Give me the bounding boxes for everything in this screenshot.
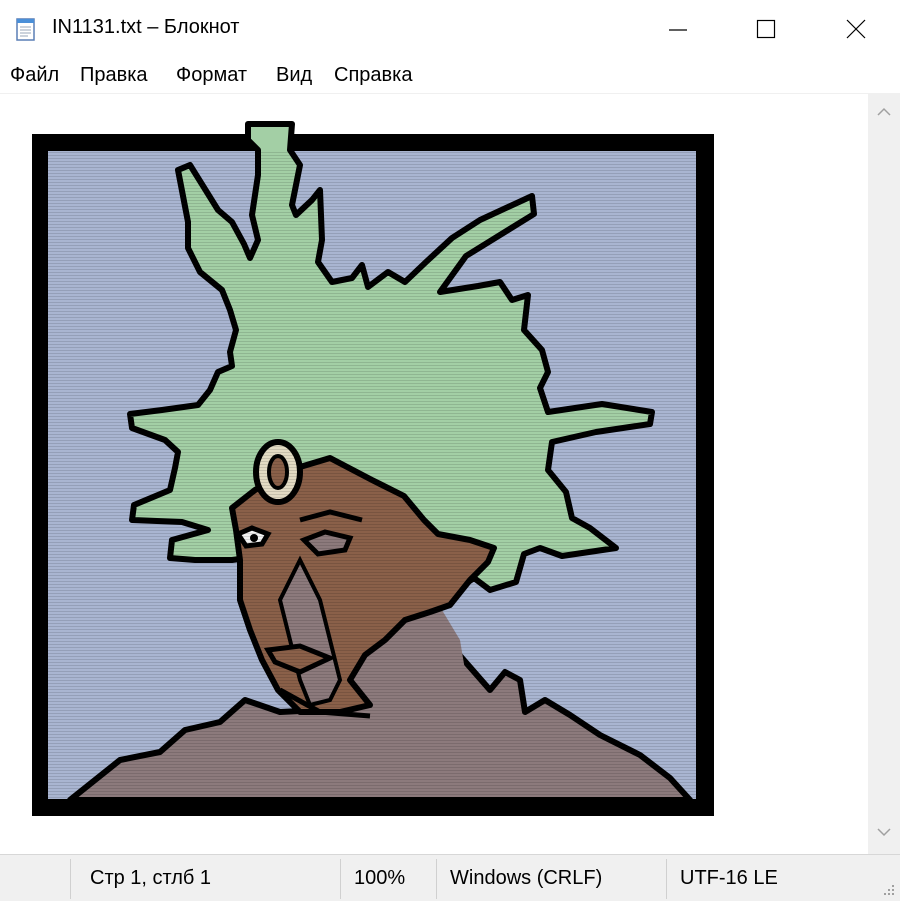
status-divider	[340, 859, 341, 899]
menu-format[interactable]: Формат	[174, 64, 249, 87]
window-title: IN1131.txt – Блокнот	[52, 16, 240, 38]
line-endings: Windows (CRLF)	[450, 867, 603, 889]
vertical-scrollbar[interactable]	[868, 94, 900, 854]
status-divider	[70, 859, 71, 899]
status-divider	[666, 859, 667, 899]
notepad-icon	[15, 17, 37, 41]
menu-view[interactable]: Вид	[274, 64, 314, 87]
menu-file[interactable]: Файл	[8, 64, 61, 87]
menu-help[interactable]: Справка	[332, 64, 414, 87]
chevron-down-icon[interactable]	[876, 826, 892, 838]
chevron-up-icon[interactable]	[876, 106, 892, 118]
encoding: UTF-16 LE	[680, 867, 778, 889]
resize-grip-icon[interactable]	[882, 883, 896, 897]
minimize-icon	[669, 29, 687, 31]
menu-edit[interactable]: Правка	[78, 64, 150, 87]
zoom-level: 100%	[354, 867, 406, 889]
cursor-position: Стр 1, стлб 1	[90, 867, 212, 889]
title-bar: IN1131.txt – Блокнот	[0, 0, 900, 58]
ascii-art-portrait	[32, 121, 714, 816]
maximize-button[interactable]	[720, 0, 812, 58]
close-icon	[846, 19, 866, 39]
text-texture	[48, 151, 696, 799]
menu-bar: Файл Правка Формат Вид Справка	[0, 60, 900, 94]
maximize-icon	[756, 19, 776, 39]
status-bar: Стр 1, стлб 1 100% Windows (CRLF) UTF-16…	[0, 854, 900, 901]
status-divider	[436, 859, 437, 899]
text-editor-area[interactable]	[0, 94, 868, 854]
minimize-button[interactable]	[632, 0, 724, 58]
close-button[interactable]	[810, 0, 900, 58]
